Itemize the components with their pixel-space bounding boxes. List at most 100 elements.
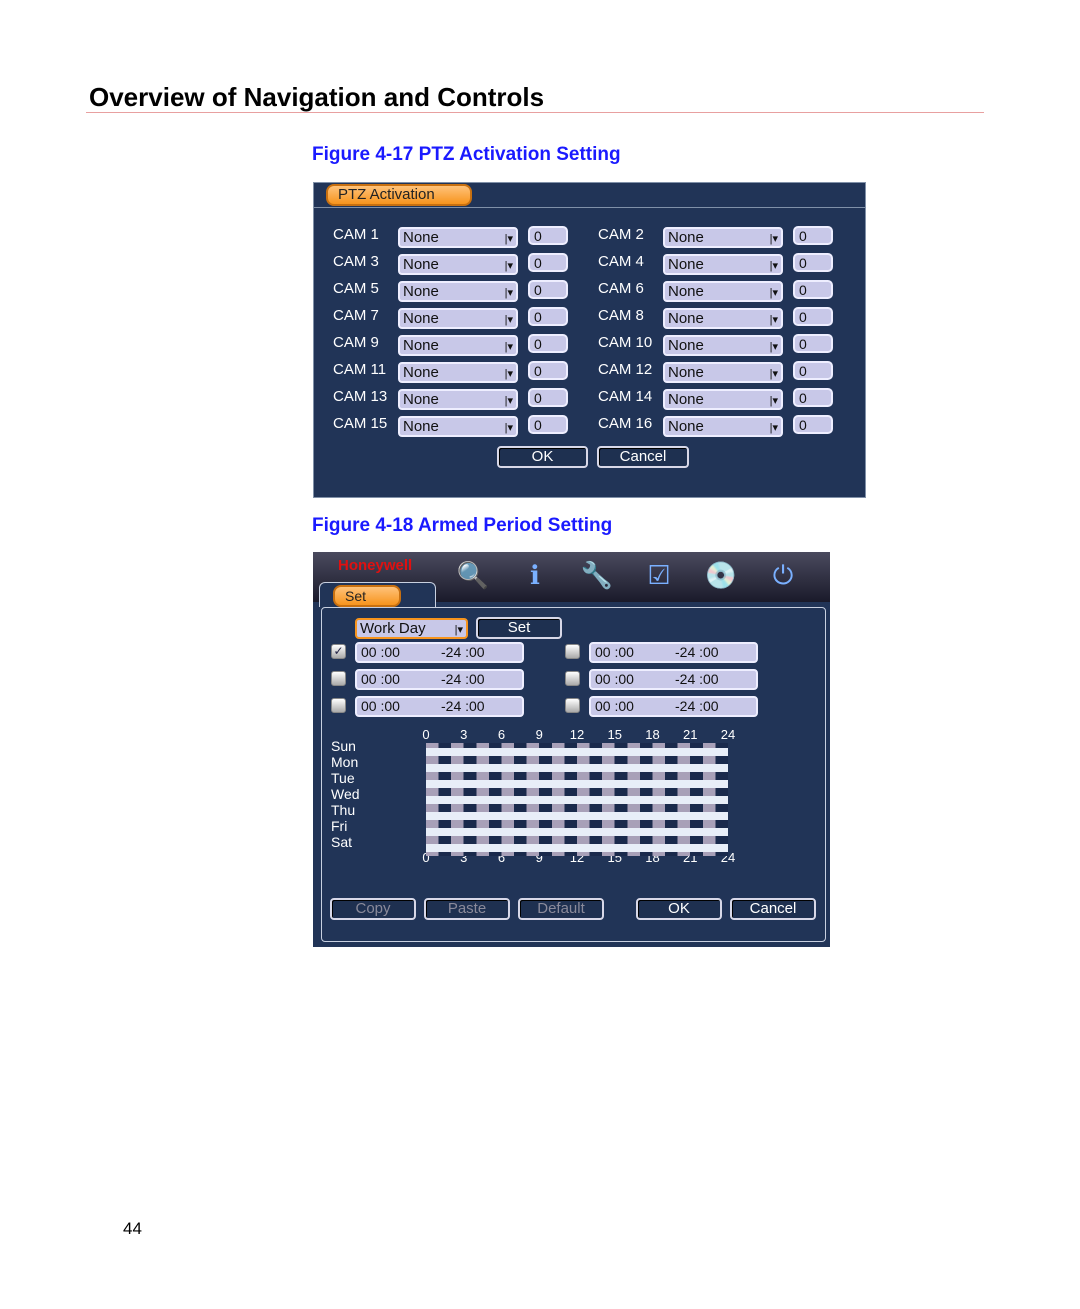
dropdown-arrow-icon: |▾ [504, 422, 513, 434]
time-range-input[interactable]: 00 :00 -24 :00 [355, 642, 524, 663]
search-icon[interactable]: 🔍 [455, 560, 491, 594]
camera-label: CAM 1 [333, 226, 379, 243]
copy-button[interactable]: Copy [330, 898, 416, 920]
checkbox[interactable] [565, 644, 580, 659]
title-rule [86, 112, 984, 113]
ptz-type-select[interactable]: None |▾ [663, 335, 783, 356]
ptz-type-select[interactable]: None |▾ [398, 281, 518, 302]
ptz-number-input[interactable]: 0 [793, 307, 833, 326]
ptz-type-select[interactable]: None |▾ [663, 254, 783, 275]
camera-label: CAM 10 [598, 334, 653, 351]
ptz-type-value: None [668, 310, 704, 327]
ptz-type-value: None [668, 256, 704, 273]
armed-period-bar [426, 748, 728, 756]
checkbox-checked[interactable]: ✓ [331, 644, 346, 659]
ptz-number-input[interactable]: 0 [793, 361, 833, 380]
ptz-number-input[interactable]: 0 [793, 226, 833, 245]
checkbox[interactable] [331, 671, 346, 686]
ptz-number-input[interactable]: 0 [793, 388, 833, 407]
ptz-number-input[interactable]: 0 [528, 415, 568, 434]
ptz-type-select[interactable]: None |▾ [398, 389, 518, 410]
ptz-type-select[interactable]: None |▾ [398, 254, 518, 275]
tools-icon[interactable]: 🔧 [579, 560, 615, 594]
camera-label: CAM 12 [598, 361, 653, 378]
ptz-number-input[interactable]: 0 [528, 334, 568, 353]
paste-button[interactable]: Paste [424, 898, 510, 920]
day-label: Sat [331, 834, 353, 850]
ptz-type-select[interactable]: None |▾ [663, 416, 783, 437]
time-range-input[interactable]: 00 :00 -24 :00 [589, 696, 758, 717]
time-range-input[interactable]: 00 :00 -24 :00 [589, 642, 758, 663]
cancel-button[interactable]: Cancel [730, 898, 816, 920]
checkbox[interactable] [565, 698, 580, 713]
ptz-type-value: None [668, 283, 704, 300]
end-time: -24 :00 [441, 671, 485, 687]
camera-label: CAM 6 [598, 280, 644, 297]
ptz-type-select[interactable]: None |▾ [663, 281, 783, 302]
ptz-number-input[interactable]: 0 [528, 226, 568, 245]
armed-period-dialog: Honeywell 🔍 ℹ 🔧 ☑ 💿 ⏻ Set Work Day |▾ Set ✓ 00 … [313, 552, 830, 947]
ptz-number-input[interactable]: 0 [528, 307, 568, 326]
ptz-type-select[interactable]: None |▾ [398, 308, 518, 329]
info-icon[interactable]: ℹ [517, 560, 553, 594]
checkbox[interactable] [331, 698, 346, 713]
default-button[interactable]: Default [518, 898, 604, 920]
ptz-type-value: None [403, 229, 439, 246]
end-time: -24 :00 [675, 698, 719, 714]
armed-period-bar [426, 844, 728, 852]
shutdown-icon[interactable]: ⏻ [765, 560, 801, 594]
ptz-type-value: None [668, 364, 704, 381]
ptz-number-input[interactable]: 0 [793, 253, 833, 272]
day-label: Tue [331, 770, 355, 786]
ptz-type-select[interactable]: None |▾ [398, 335, 518, 356]
ptz-type-select[interactable]: None |▾ [663, 389, 783, 410]
ok-button[interactable]: OK [497, 446, 588, 468]
hour-tick-top: 0 [422, 727, 430, 742]
ptz-number-input[interactable]: 0 [528, 253, 568, 272]
time-range-input[interactable]: 00 :00 -24 :00 [355, 696, 524, 717]
ptz-type-select[interactable]: None |▾ [398, 362, 518, 383]
time-range-input[interactable]: 00 :00 -24 :00 [589, 669, 758, 690]
ptz-number-input[interactable]: 0 [793, 415, 833, 434]
camera-label: CAM 4 [598, 253, 644, 270]
cancel-button[interactable]: Cancel [597, 446, 689, 468]
ptz-number-input[interactable]: 0 [528, 280, 568, 299]
dropdown-arrow-icon: |▾ [769, 233, 778, 245]
honeywell-logo: Honeywell [338, 557, 413, 574]
ptz-type-value: None [403, 418, 439, 435]
start-time: 00 :00 [595, 644, 634, 660]
armed-period-bar [426, 812, 728, 820]
page-title: Overview of Navigation and Controls [89, 82, 545, 112]
armed-period-bar [426, 764, 728, 772]
ptz-number-input[interactable]: 0 [793, 334, 833, 353]
end-time: -24 :00 [441, 698, 485, 714]
tab-set[interactable]: Set [333, 585, 401, 607]
ptz-type-value: None [403, 337, 439, 354]
ptz-number-input[interactable]: 0 [528, 361, 568, 380]
checklist-keys-icon[interactable]: ☑ [641, 560, 677, 594]
ptz-type-select[interactable]: None |▾ [663, 308, 783, 329]
dropdown-arrow-icon: |▾ [504, 368, 513, 380]
ptz-type-select[interactable]: None |▾ [663, 362, 783, 383]
ptz-number-input[interactable]: 0 [793, 280, 833, 299]
start-time: 00 :00 [361, 644, 400, 660]
ptz-type-select[interactable]: None |▾ [398, 416, 518, 437]
ptz-number-input[interactable]: 0 [528, 388, 568, 407]
camera-label: CAM 5 [333, 280, 379, 297]
backup-disc-icon[interactable]: 💿 [703, 560, 739, 594]
ptz-type-select[interactable]: None |▾ [663, 227, 783, 248]
camera-label: CAM 8 [598, 307, 644, 324]
ok-button[interactable]: OK [636, 898, 722, 920]
ptz-type-value: None [403, 391, 439, 408]
document-page: Overview of Navigation and Controls Figu… [0, 0, 1080, 1309]
dropdown-arrow-icon: |▾ [769, 260, 778, 272]
ptz-type-select[interactable]: None |▾ [398, 227, 518, 248]
time-range-input[interactable]: 00 :00 -24 :00 [355, 669, 524, 690]
start-time: 00 :00 [361, 698, 400, 714]
set-button[interactable]: Set [476, 617, 562, 639]
dropdown-arrow-icon: |▾ [769, 314, 778, 326]
checkbox[interactable] [565, 671, 580, 686]
ptz-type-value: None [403, 256, 439, 273]
day-select[interactable]: Work Day |▾ [355, 618, 468, 639]
tab-ptz-activation[interactable]: PTZ Activation [326, 184, 472, 206]
